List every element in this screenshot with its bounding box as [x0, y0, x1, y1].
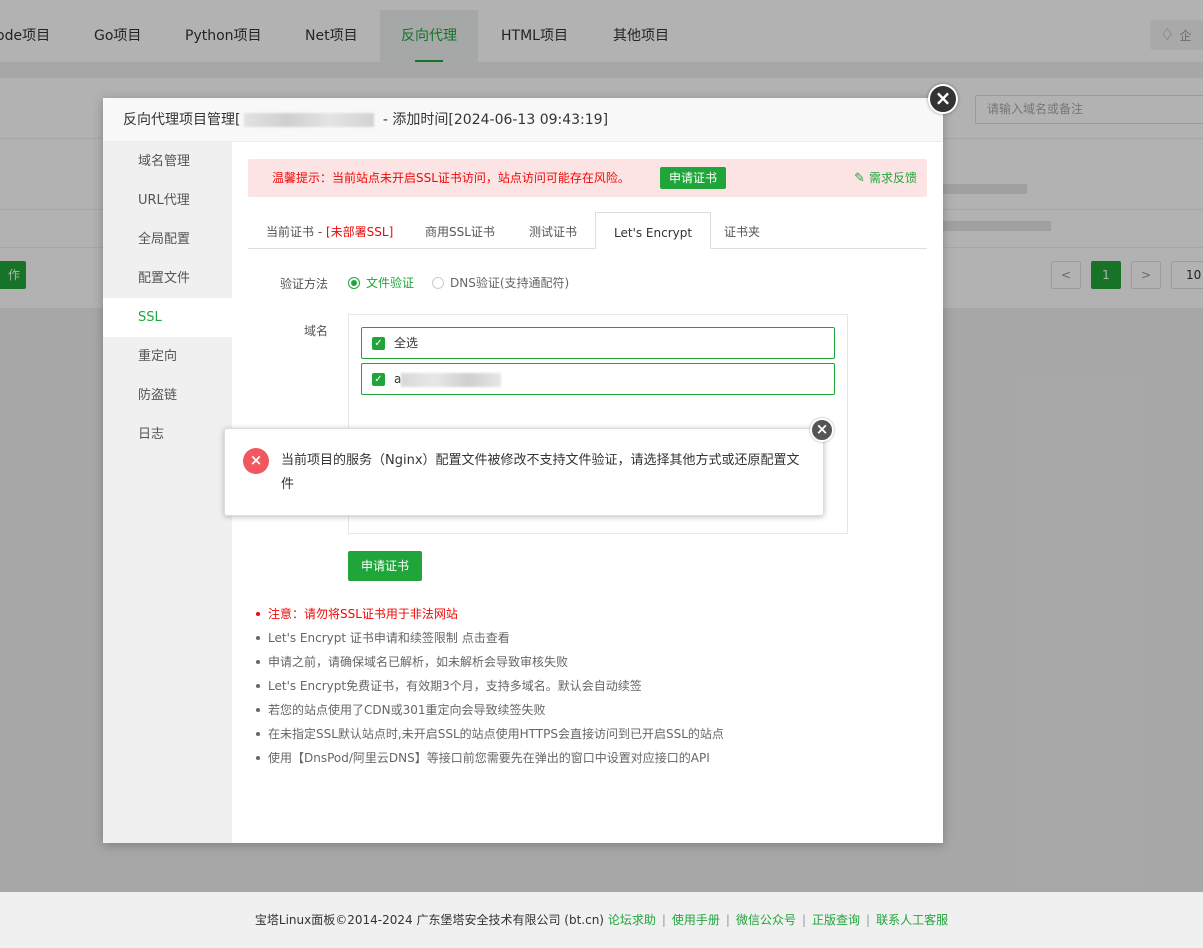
footer-link-forum[interactable]: 论坛求助 [608, 913, 656, 927]
radio-dns-verify[interactable]: DNS验证(支持通配符) [432, 276, 569, 290]
radio-checked-icon [348, 277, 360, 289]
list-item: 注意：请勿将SSL证书用于非法网站 [254, 604, 724, 628]
apply-cert-button[interactable]: 申请证书 [348, 551, 422, 581]
footer-link-manual[interactable]: 使用手册 [672, 913, 720, 927]
ssl-warning-alert: 温馨提示：当前站点未开启SSL证书访问，站点访问可能存在风险。 申请证书 ✎ 需求… [248, 159, 927, 197]
footer-link-support[interactable]: 联系人工客服 [876, 913, 948, 927]
blurred-domain-name [401, 372, 502, 387]
checkbox-checked-icon: ✓ [372, 373, 385, 386]
tab-current-cert[interactable]: 当前证书 - [未部署SSL] [266, 212, 393, 249]
footer-copyright: 宝塔Linux面板©2014-2024 广东堡塔安全技术有限公司 (bt.cn) [254, 913, 604, 927]
tab-letsencrypt[interactable]: Let's Encrypt [595, 212, 712, 249]
radio-file-verify[interactable]: 文件验证 [348, 276, 414, 290]
sidebar-item-domain[interactable]: 域名管理 [103, 142, 232, 181]
modal-title-suffix: - 添加时间[2024-06-13 09:43:19] [378, 112, 609, 128]
list-item: 使用【DnsPod/阿里云DNS】等接口前您需要先在弹出的窗口中设置对应接口的A… [254, 748, 724, 772]
ssl-notes: 注意：请勿将SSL证书用于非法网站 Let's Encrypt 证书申请和续签限… [254, 604, 724, 772]
modal-title-prefix: 反向代理项目管理[ [123, 112, 241, 128]
feedback-link[interactable]: ✎ 需求反馈 [854, 159, 917, 198]
list-item[interactable]: Let's Encrypt 证书申请和续签限制 点击查看 [254, 628, 724, 652]
edit-icon: ✎ [854, 171, 865, 186]
sidebar-item-log[interactable]: 日志 [103, 415, 232, 454]
tab-cert-folder[interactable]: 证书夹 [724, 212, 760, 249]
tab-commercial-ssl[interactable]: 商用SSL证书 [425, 212, 495, 249]
list-item: 在未指定SSL默认站点时,未开启SSL的站点使用HTTPS会直接访问到已开启SS… [254, 724, 724, 748]
select-all-label: 全选 [394, 336, 419, 350]
domain-checkbox[interactable]: ✓ a [361, 363, 835, 395]
toast-close-icon[interactable]: × [810, 418, 834, 442]
error-icon: × [243, 448, 269, 474]
list-item: Let's Encrypt免费证书，有效期3个月，支持多域名。默认会自动续签 [254, 676, 724, 700]
feedback-label: 需求反馈 [868, 171, 917, 185]
select-all-checkbox[interactable]: ✓ 全选 [361, 327, 835, 359]
domain-label: 域名 [303, 324, 328, 338]
checkbox-checked-icon: ✓ [372, 337, 385, 350]
radio-dns-verify-label: DNS验证(支持通配符) [450, 276, 570, 290]
footer-link-wechat[interactable]: 微信公众号 [736, 913, 796, 927]
sidebar-item-redirect[interactable]: 重定向 [103, 337, 232, 376]
modal-close-icon[interactable]: × [928, 84, 958, 114]
alert-apply-cert-button[interactable]: 申请证书 [660, 167, 726, 189]
tab-current-cert-label: 当前证书 - [266, 225, 326, 239]
modal-title: 反向代理项目管理[ - 添加时间[2024-06-13 09:43:19] [103, 98, 943, 142]
footer: 宝塔Linux面板©2014-2024 广东堡塔安全技术有限公司 (bt.cn)… [0, 892, 1203, 930]
sidebar-item-url-proxy[interactable]: URL代理 [103, 181, 232, 220]
footer-link-license[interactable]: 正版查询 [812, 913, 860, 927]
sidebar-item-global-config[interactable]: 全局配置 [103, 220, 232, 259]
sidebar-item-hotlink[interactable]: 防盗链 [103, 376, 232, 415]
alert-text: 温馨提示：当前站点未开启SSL证书访问，站点访问可能存在风险。 [272, 171, 630, 185]
sidebar-item-ssl[interactable]: SSL [103, 298, 232, 337]
verify-method-label: 验证方法 [279, 277, 328, 291]
toast-message: 当前项目的服务（Nginx）配置文件被修改不支持文件验证，请选择其他方式或还原配… [281, 453, 800, 492]
ssl-tabs: 当前证书 - [未部署SSL] 商用SSL证书 测试证书 Let's Encry… [248, 212, 927, 249]
tab-current-cert-status: [未部署SSL] [325, 225, 394, 239]
tab-test-cert[interactable]: 测试证书 [529, 212, 577, 249]
blurred-project-name [244, 113, 375, 127]
modal-sidebar: 域名管理 URL代理 全局配置 配置文件 SSL 重定向 防盗链 日志 [103, 142, 232, 843]
error-toast: × 当前项目的服务（Nginx）配置文件被修改不支持文件验证，请选择其他方式或还… [224, 428, 824, 516]
list-item: 若您的站点使用了CDN或301重定向会导致续签失败 [254, 700, 724, 724]
radio-unchecked-icon [432, 277, 444, 289]
domain-item-prefix: a [394, 372, 402, 386]
radio-file-verify-label: 文件验证 [366, 276, 415, 290]
list-item: 申请之前，请确保域名已解析，如未解析会导致审核失败 [254, 652, 724, 676]
sidebar-item-config-file[interactable]: 配置文件 [103, 259, 232, 298]
